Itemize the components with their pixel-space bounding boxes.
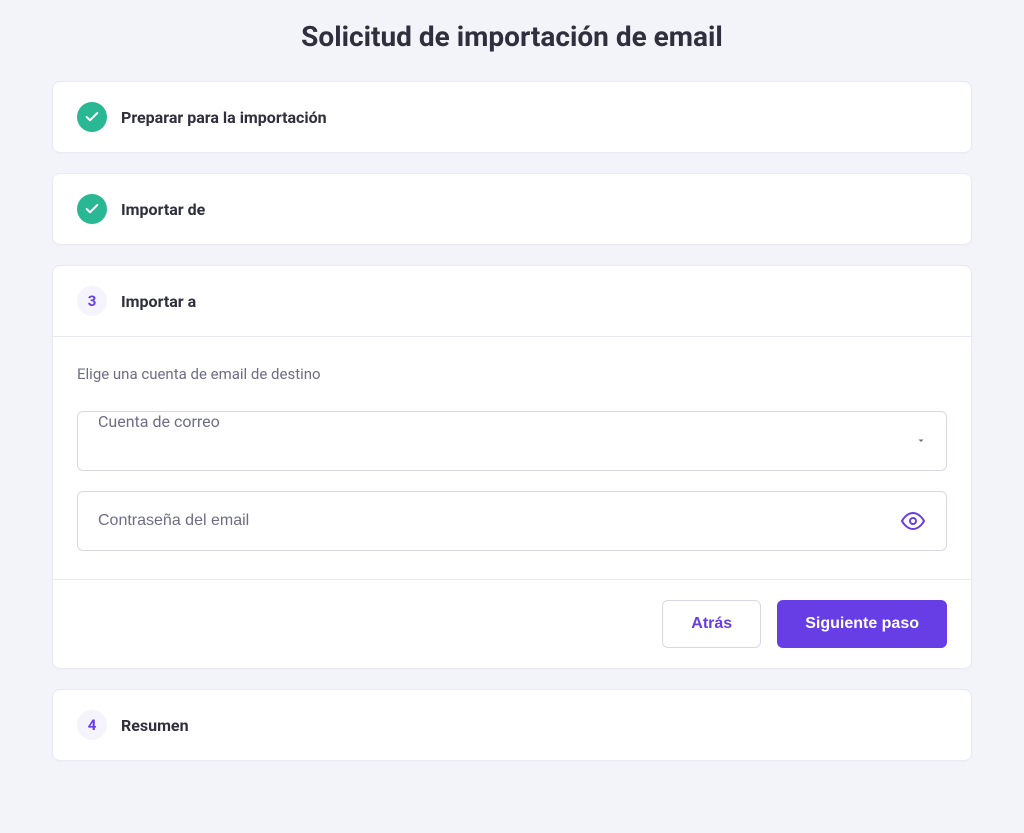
step-title-import-to: Importar a <box>121 292 196 311</box>
step-summary: 4 Resumen <box>52 689 972 761</box>
check-icon <box>77 194 107 224</box>
step-footer: Atrás Siguiente paso <box>53 579 971 668</box>
step-title-prepare: Preparar para la importación <box>121 108 327 127</box>
back-button[interactable]: Atrás <box>662 600 761 648</box>
page-title: Solicitud de importación de email <box>52 20 972 53</box>
step-header-import-from[interactable]: Importar de <box>53 174 971 244</box>
email-password-input[interactable] <box>77 491 947 551</box>
email-account-select[interactable]: Cuenta de correo <box>77 411 947 471</box>
step-number-icon: 3 <box>77 286 107 316</box>
check-icon <box>77 102 107 132</box>
step-body-import-to: Elige una cuenta de email de destino Cue… <box>53 336 971 579</box>
step-prepare: Preparar para la importación <box>52 81 972 153</box>
step-title-import-from: Importar de <box>121 200 205 219</box>
step-header-prepare[interactable]: Preparar para la importación <box>53 82 971 152</box>
step-import-from: Importar de <box>52 173 972 245</box>
next-step-button[interactable]: Siguiente paso <box>777 600 947 648</box>
eye-icon[interactable] <box>895 503 931 539</box>
step-number-icon: 4 <box>77 710 107 740</box>
step-description: Elige una cuenta de email de destino <box>77 365 947 383</box>
step-title-summary: Resumen <box>121 716 189 735</box>
step-import-to: 3 Importar a Elige una cuenta de email d… <box>52 265 972 669</box>
step-header-summary[interactable]: 4 Resumen <box>53 690 971 760</box>
step-header-import-to: 3 Importar a <box>53 266 971 336</box>
